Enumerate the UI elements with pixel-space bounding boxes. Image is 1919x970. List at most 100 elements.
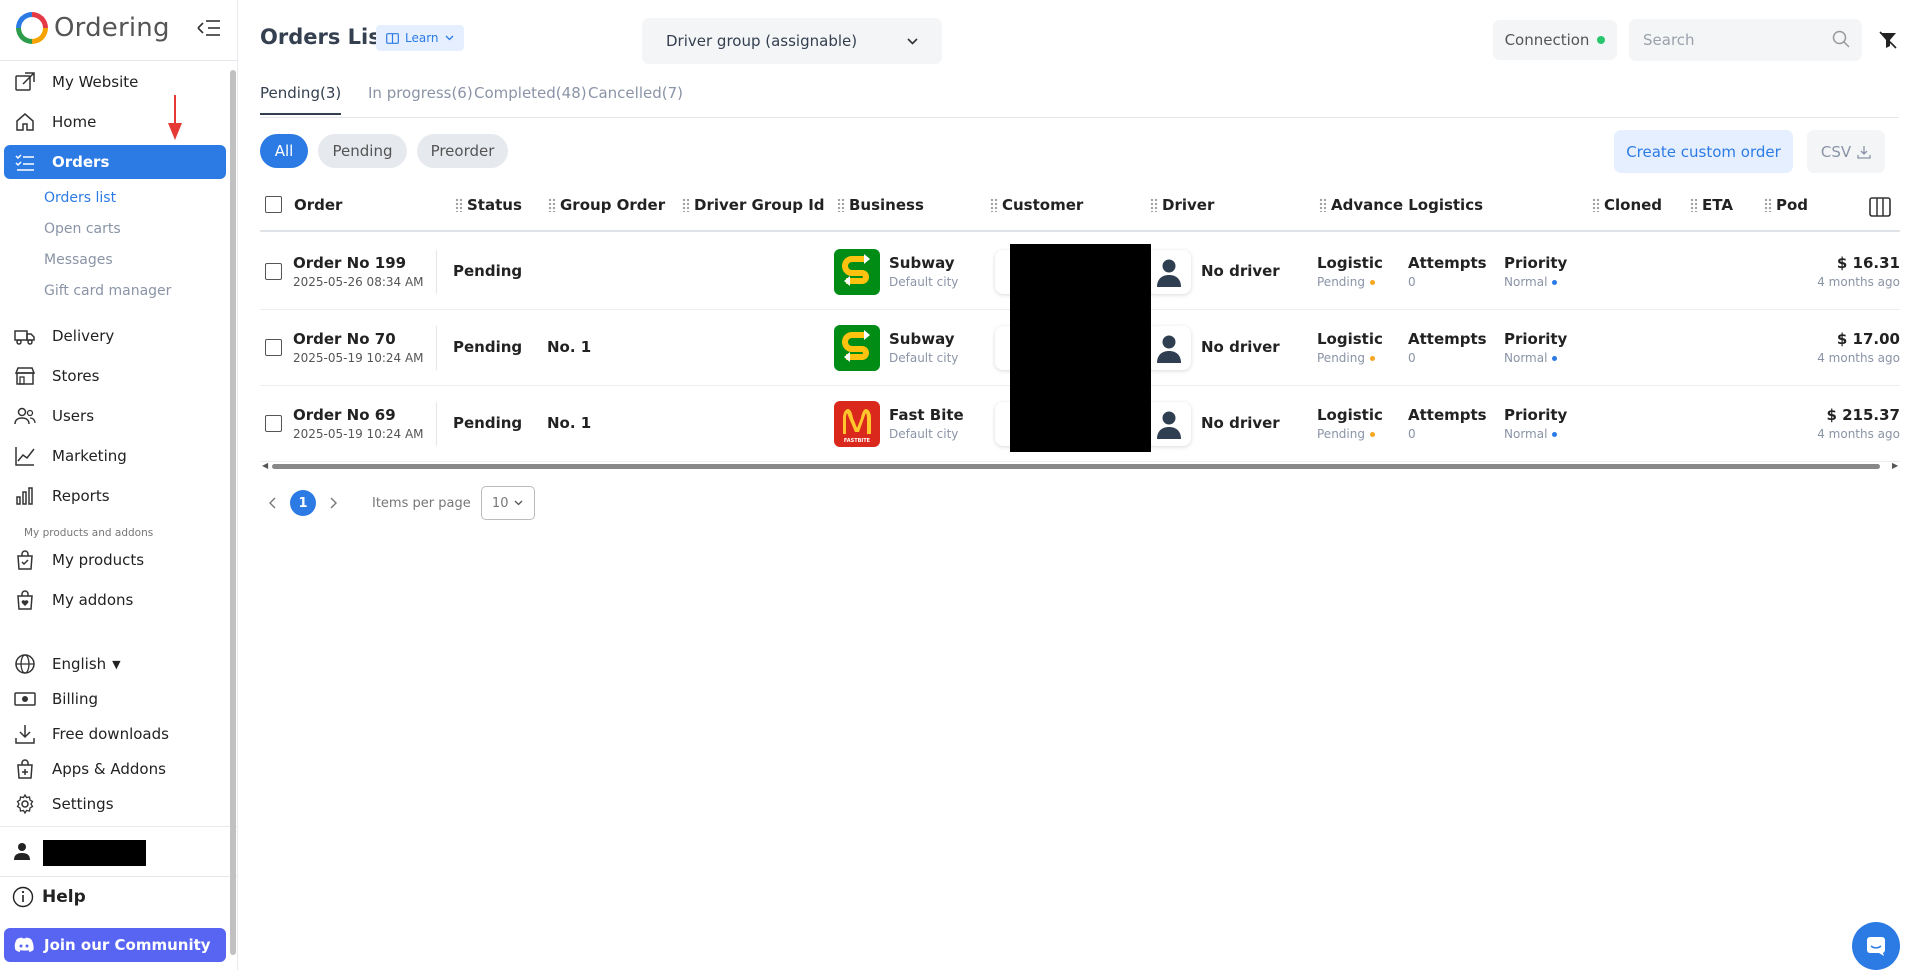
sidebar-item-stores[interactable]: Stores [4, 359, 226, 393]
page-number-current[interactable]: 1 [290, 490, 316, 516]
row-checkbox[interactable] [265, 263, 282, 280]
sidebar-item-users[interactable]: Users [4, 399, 226, 433]
column-header-order[interactable]: Order [294, 196, 342, 214]
attempts-label: Attempts [1408, 254, 1487, 272]
brand[interactable]: Ordering [16, 10, 170, 46]
scrollbar-thumb[interactable] [272, 464, 1880, 469]
sidebar-sub-orders-list[interactable]: Orders list [44, 190, 116, 206]
drag-handle-icon[interactable] [1150, 198, 1158, 212]
bar-chart-icon [14, 485, 40, 507]
items-per-page-select[interactable]: 10 [480, 486, 535, 520]
column-header-business[interactable]: Business [837, 196, 924, 214]
order-total: $ 17.00 [1836, 330, 1900, 348]
filter-all-chip[interactable]: All [260, 134, 308, 168]
sidebar-item-delivery[interactable]: Delivery [4, 319, 226, 353]
priority-level-text: Normal [1504, 427, 1548, 441]
sidebar-item-label: Reports [52, 487, 110, 505]
tab-completed[interactable]: Completed(48) [474, 84, 587, 113]
main-content: Orders List Learn Driver group (assignab… [239, 0, 1919, 970]
chevron-down-icon [514, 500, 523, 506]
business-cell: Subway Default city [889, 330, 958, 365]
sidebar-sub-open-carts[interactable]: Open carts [44, 221, 121, 237]
info-icon [12, 886, 34, 908]
filter-preorder-chip[interactable]: Preorder [417, 134, 508, 168]
sidebar-item-apps-addons[interactable]: Apps & Addons [4, 752, 226, 786]
chat-support-button[interactable] [1852, 922, 1900, 970]
drag-handle-icon[interactable] [990, 198, 998, 212]
sidebar-item-billing[interactable]: Billing [4, 682, 226, 716]
attempts-count: 0 [1408, 427, 1416, 441]
collapse-sidebar-icon[interactable] [196, 18, 222, 38]
sidebar-item-marketing[interactable]: Marketing [4, 439, 226, 473]
attempts-label: Attempts [1408, 406, 1487, 424]
tab-pending[interactable]: Pending(3) [260, 84, 342, 115]
language-selector[interactable]: English ▼ [4, 647, 226, 681]
learn-button[interactable]: Learn [376, 25, 464, 51]
row-checkbox[interactable] [265, 339, 282, 356]
drag-handle-icon[interactable] [1690, 198, 1698, 212]
column-header-pod[interactable]: Pod [1764, 196, 1808, 214]
drag-handle-icon[interactable] [548, 198, 556, 212]
drag-handle-icon[interactable] [1592, 198, 1600, 212]
column-header-cloned[interactable]: Cloned [1592, 196, 1662, 214]
column-header-driver-group-id[interactable]: Driver Group Id [682, 196, 825, 214]
chevron-left-icon[interactable] [268, 497, 278, 509]
driver-group-select[interactable]: Driver group (assignable) [642, 18, 942, 64]
filter-pending-chip[interactable]: Pending [318, 134, 407, 168]
discord-icon [14, 937, 34, 953]
row-checkbox[interactable] [265, 415, 282, 432]
sidebar-item-settings[interactable]: Settings [4, 787, 226, 821]
community-label: Join our Community [44, 936, 211, 954]
drag-handle-icon[interactable] [1764, 198, 1772, 212]
scroll-right-icon[interactable]: ▶ [1892, 461, 1898, 470]
sidebar-item-my-website[interactable]: My Website [4, 65, 226, 99]
scroll-left-icon[interactable]: ◀ [262, 461, 268, 470]
column-label: Business [849, 196, 924, 214]
select-all-checkbox[interactable] [265, 196, 282, 213]
sidebar-item-label: Orders [52, 153, 110, 171]
columns-settings-icon[interactable] [1869, 196, 1891, 222]
drag-handle-icon[interactable] [682, 198, 690, 212]
sidebar-item-reports[interactable]: Reports [4, 479, 226, 513]
column-header-customer[interactable]: Customer [990, 196, 1083, 214]
attempts-label: Attempts [1408, 330, 1487, 348]
create-custom-order-button[interactable]: Create custom order [1614, 130, 1793, 173]
drag-handle-icon[interactable] [455, 198, 463, 212]
fast-bite-logo-icon: FASTBITE [834, 401, 880, 447]
business-name: Fast Bite [889, 406, 964, 424]
logistic-label: Logistic [1317, 406, 1383, 424]
column-label: Group Order [560, 196, 666, 214]
column-header-driver[interactable]: Driver [1150, 196, 1214, 214]
logistic-status-text: Pending [1317, 351, 1365, 365]
red-arrow-annotation-icon [167, 95, 183, 145]
sidebar-item-free-downloads[interactable]: Free downloads [4, 717, 226, 751]
chevron-down-icon [907, 37, 918, 45]
sidebar-sub-gift-card-manager[interactable]: Gift card manager [44, 283, 171, 299]
sidebar-item-my-addons[interactable]: My addons [4, 583, 226, 617]
sidebar-item-home[interactable]: Home [4, 105, 226, 139]
user-profile[interactable] [14, 840, 146, 866]
sidebar-item-my-products[interactable]: My products [4, 543, 226, 577]
user-silhouette-icon [1155, 333, 1183, 363]
tab-in-progress[interactable]: In progress(6) [368, 84, 473, 113]
column-header-group-order[interactable]: Group Order [548, 196, 665, 214]
help-link[interactable]: Help [12, 886, 86, 908]
drag-handle-icon[interactable] [837, 198, 845, 212]
order-age: 4 months ago [1817, 351, 1900, 365]
subway-logo-icon [834, 325, 880, 371]
csv-export-button[interactable]: CSV [1807, 130, 1885, 173]
table-horizontal-scrollbar[interactable]: ◀ ▶ [262, 461, 1902, 471]
drag-handle-icon[interactable] [1319, 198, 1327, 212]
chevron-right-icon[interactable] [328, 497, 338, 509]
connection-status[interactable]: Connection [1493, 20, 1617, 60]
column-header-advance-logistics[interactable]: Advance Logistics [1319, 196, 1483, 214]
tab-cancelled[interactable]: Cancelled(7) [588, 84, 683, 113]
sidebar-sub-messages[interactable]: Messages [44, 252, 113, 268]
sidebar-scrollbar[interactable] [230, 70, 236, 955]
column-header-eta[interactable]: ETA [1690, 196, 1733, 214]
column-header-status[interactable]: Status [455, 196, 522, 214]
filter-off-icon[interactable] [1878, 30, 1898, 54]
search-input[interactable] [1629, 19, 1862, 61]
sidebar-item-orders[interactable]: Orders [4, 145, 226, 179]
join-community-button[interactable]: Join our Community [4, 928, 226, 962]
